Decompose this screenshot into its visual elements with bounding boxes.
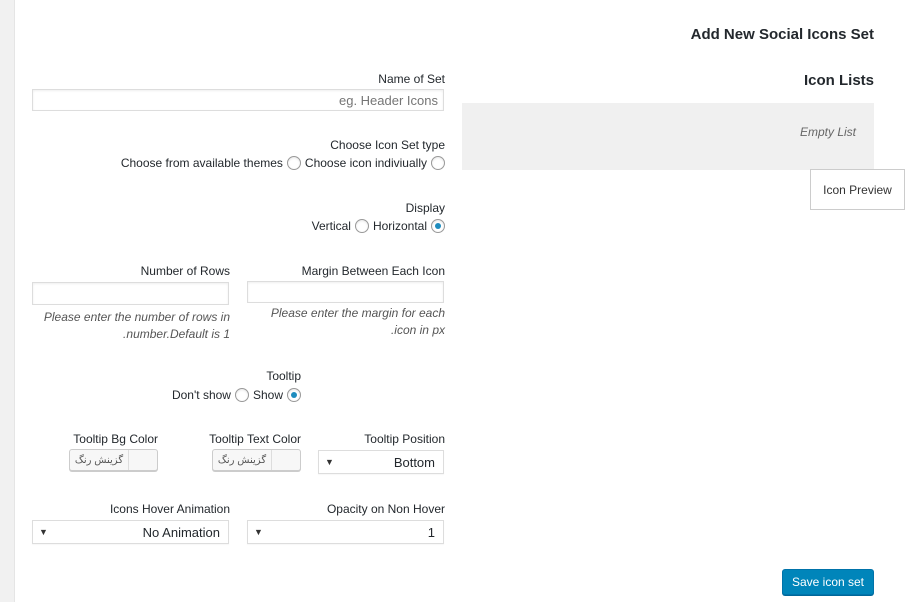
chevron-down-icon: ▼ [39, 527, 48, 537]
option-individual-radio[interactable] [431, 156, 445, 170]
page-title: Add New Social Icons Set [690, 26, 874, 43]
tooltip-position-value: Bottom [393, 454, 435, 470]
tooltip-text-color-swatch [272, 450, 300, 470]
tooltip-bg-color-button[interactable]: گزینش رنگ [69, 449, 158, 471]
hover-animation-select[interactable]: ▼ No Animation [32, 520, 229, 544]
tooltip-show-radio[interactable] [287, 388, 301, 402]
option-themes-radio[interactable] [286, 156, 301, 170]
icon-set-type-label: Choose Icon Set type [330, 138, 445, 152]
display-vertical-radio[interactable] [354, 219, 369, 233]
display-options: Vertical Horizontal [145, 219, 445, 233]
tooltip-dont-show-label: Don't show [171, 388, 231, 402]
chevron-down-icon: ▼ [325, 457, 334, 467]
option-individual-label: Choose icon indiviually [304, 156, 427, 170]
tooltip-bg-color-swatch [129, 450, 157, 470]
hover-animation-value: No Animation [142, 524, 220, 540]
tooltip-dont-show-radio[interactable] [234, 388, 249, 402]
display-label: Display [405, 201, 445, 215]
icon-preview-button[interactable]: Icon Preview [810, 169, 905, 210]
hover-animation-label: Icons Hover Animation [109, 502, 230, 516]
opacity-label: Opacity on Non Hover [326, 502, 445, 516]
option-themes-label: Choose from available themes [120, 156, 283, 170]
tooltip-options: Don't show Show [101, 388, 301, 402]
margin-label: Margin Between Each Icon [301, 264, 445, 278]
display-vertical-label: Vertical [311, 219, 351, 233]
opacity-value: 1 [427, 524, 435, 540]
tooltip-show-label: Show [252, 388, 283, 402]
tooltip-position-label: Tooltip Position [364, 432, 445, 446]
tooltip-bg-color-button-label: گزینش رنگ [70, 450, 129, 470]
icon-list-container: Empty List [462, 103, 874, 170]
icon-set-type-options: Choose from available themes Choose icon… [25, 156, 445, 170]
tooltip-bg-color-label: Tooltip Bg Color [73, 432, 158, 446]
chevron-down-icon: ▼ [254, 527, 263, 537]
save-icon-set-button[interactable]: Save icon set [782, 569, 874, 595]
tooltip-text-color-label: Tooltip Text Color [209, 432, 301, 446]
display-horizontal-radio[interactable] [431, 219, 445, 233]
number-of-rows-help: Please enter the number of rows in numbe… [43, 310, 230, 341]
display-horizontal-label: Horizontal [372, 219, 427, 233]
name-of-set-label: Name of Set [378, 72, 445, 86]
icon-lists-title: Icon Lists [803, 72, 874, 89]
margin-input[interactable] [247, 281, 444, 303]
number-of-rows-input[interactable] [32, 282, 229, 305]
margin-help: Please enter the margin for each icon in… [270, 306, 445, 337]
number-of-rows-label: Number of Rows [140, 264, 230, 278]
tooltip-text-color-button-label: گزینش رنگ [213, 450, 272, 470]
empty-list-text: Empty List [799, 125, 856, 139]
name-of-set-input[interactable] [32, 89, 444, 111]
tooltip-position-select[interactable]: ▼ Bottom [318, 450, 444, 474]
opacity-select[interactable]: ▼ 1 [247, 520, 444, 544]
tooltip-text-color-button[interactable]: گزینش رنگ [212, 449, 301, 471]
tooltip-label: Tooltip [266, 369, 301, 383]
